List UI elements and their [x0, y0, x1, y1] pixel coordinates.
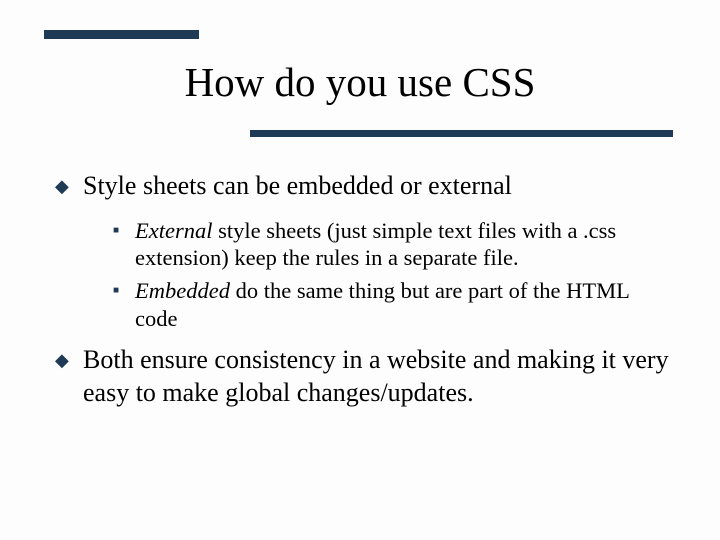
- bullet-item: ◆ Style sheets can be embedded or extern…: [55, 170, 675, 203]
- sub-bullet-text: Embedded do the same thing but are part …: [135, 277, 675, 332]
- slide-title: How do you use CSS: [0, 58, 720, 106]
- sub-bullet-item: ■ External style sheets (just simple tex…: [113, 217, 675, 272]
- diamond-bullet-icon: ◆: [55, 170, 83, 198]
- slide-content: ◆ Style sheets can be embedded or extern…: [55, 170, 675, 423]
- emphasis-text: Embedded: [135, 278, 230, 303]
- square-bullet-icon: ■: [113, 217, 135, 237]
- decorative-mid-bar: [250, 130, 673, 137]
- decorative-top-bar: [44, 30, 199, 39]
- emphasis-text: External: [135, 218, 212, 243]
- bullet-text: Style sheets can be embedded or external: [83, 170, 675, 203]
- sub-bullet-group: ■ External style sheets (just simple tex…: [55, 217, 675, 333]
- sub-bullet-text: External style sheets (just simple text …: [135, 217, 675, 272]
- square-bullet-icon: ■: [113, 277, 135, 297]
- diamond-bullet-icon: ◆: [55, 344, 83, 372]
- bullet-item: ◆ Both ensure consistency in a website a…: [55, 344, 675, 409]
- bullet-text: Both ensure consistency in a website and…: [83, 344, 675, 409]
- sub-bullet-item: ■ Embedded do the same thing but are par…: [113, 277, 675, 332]
